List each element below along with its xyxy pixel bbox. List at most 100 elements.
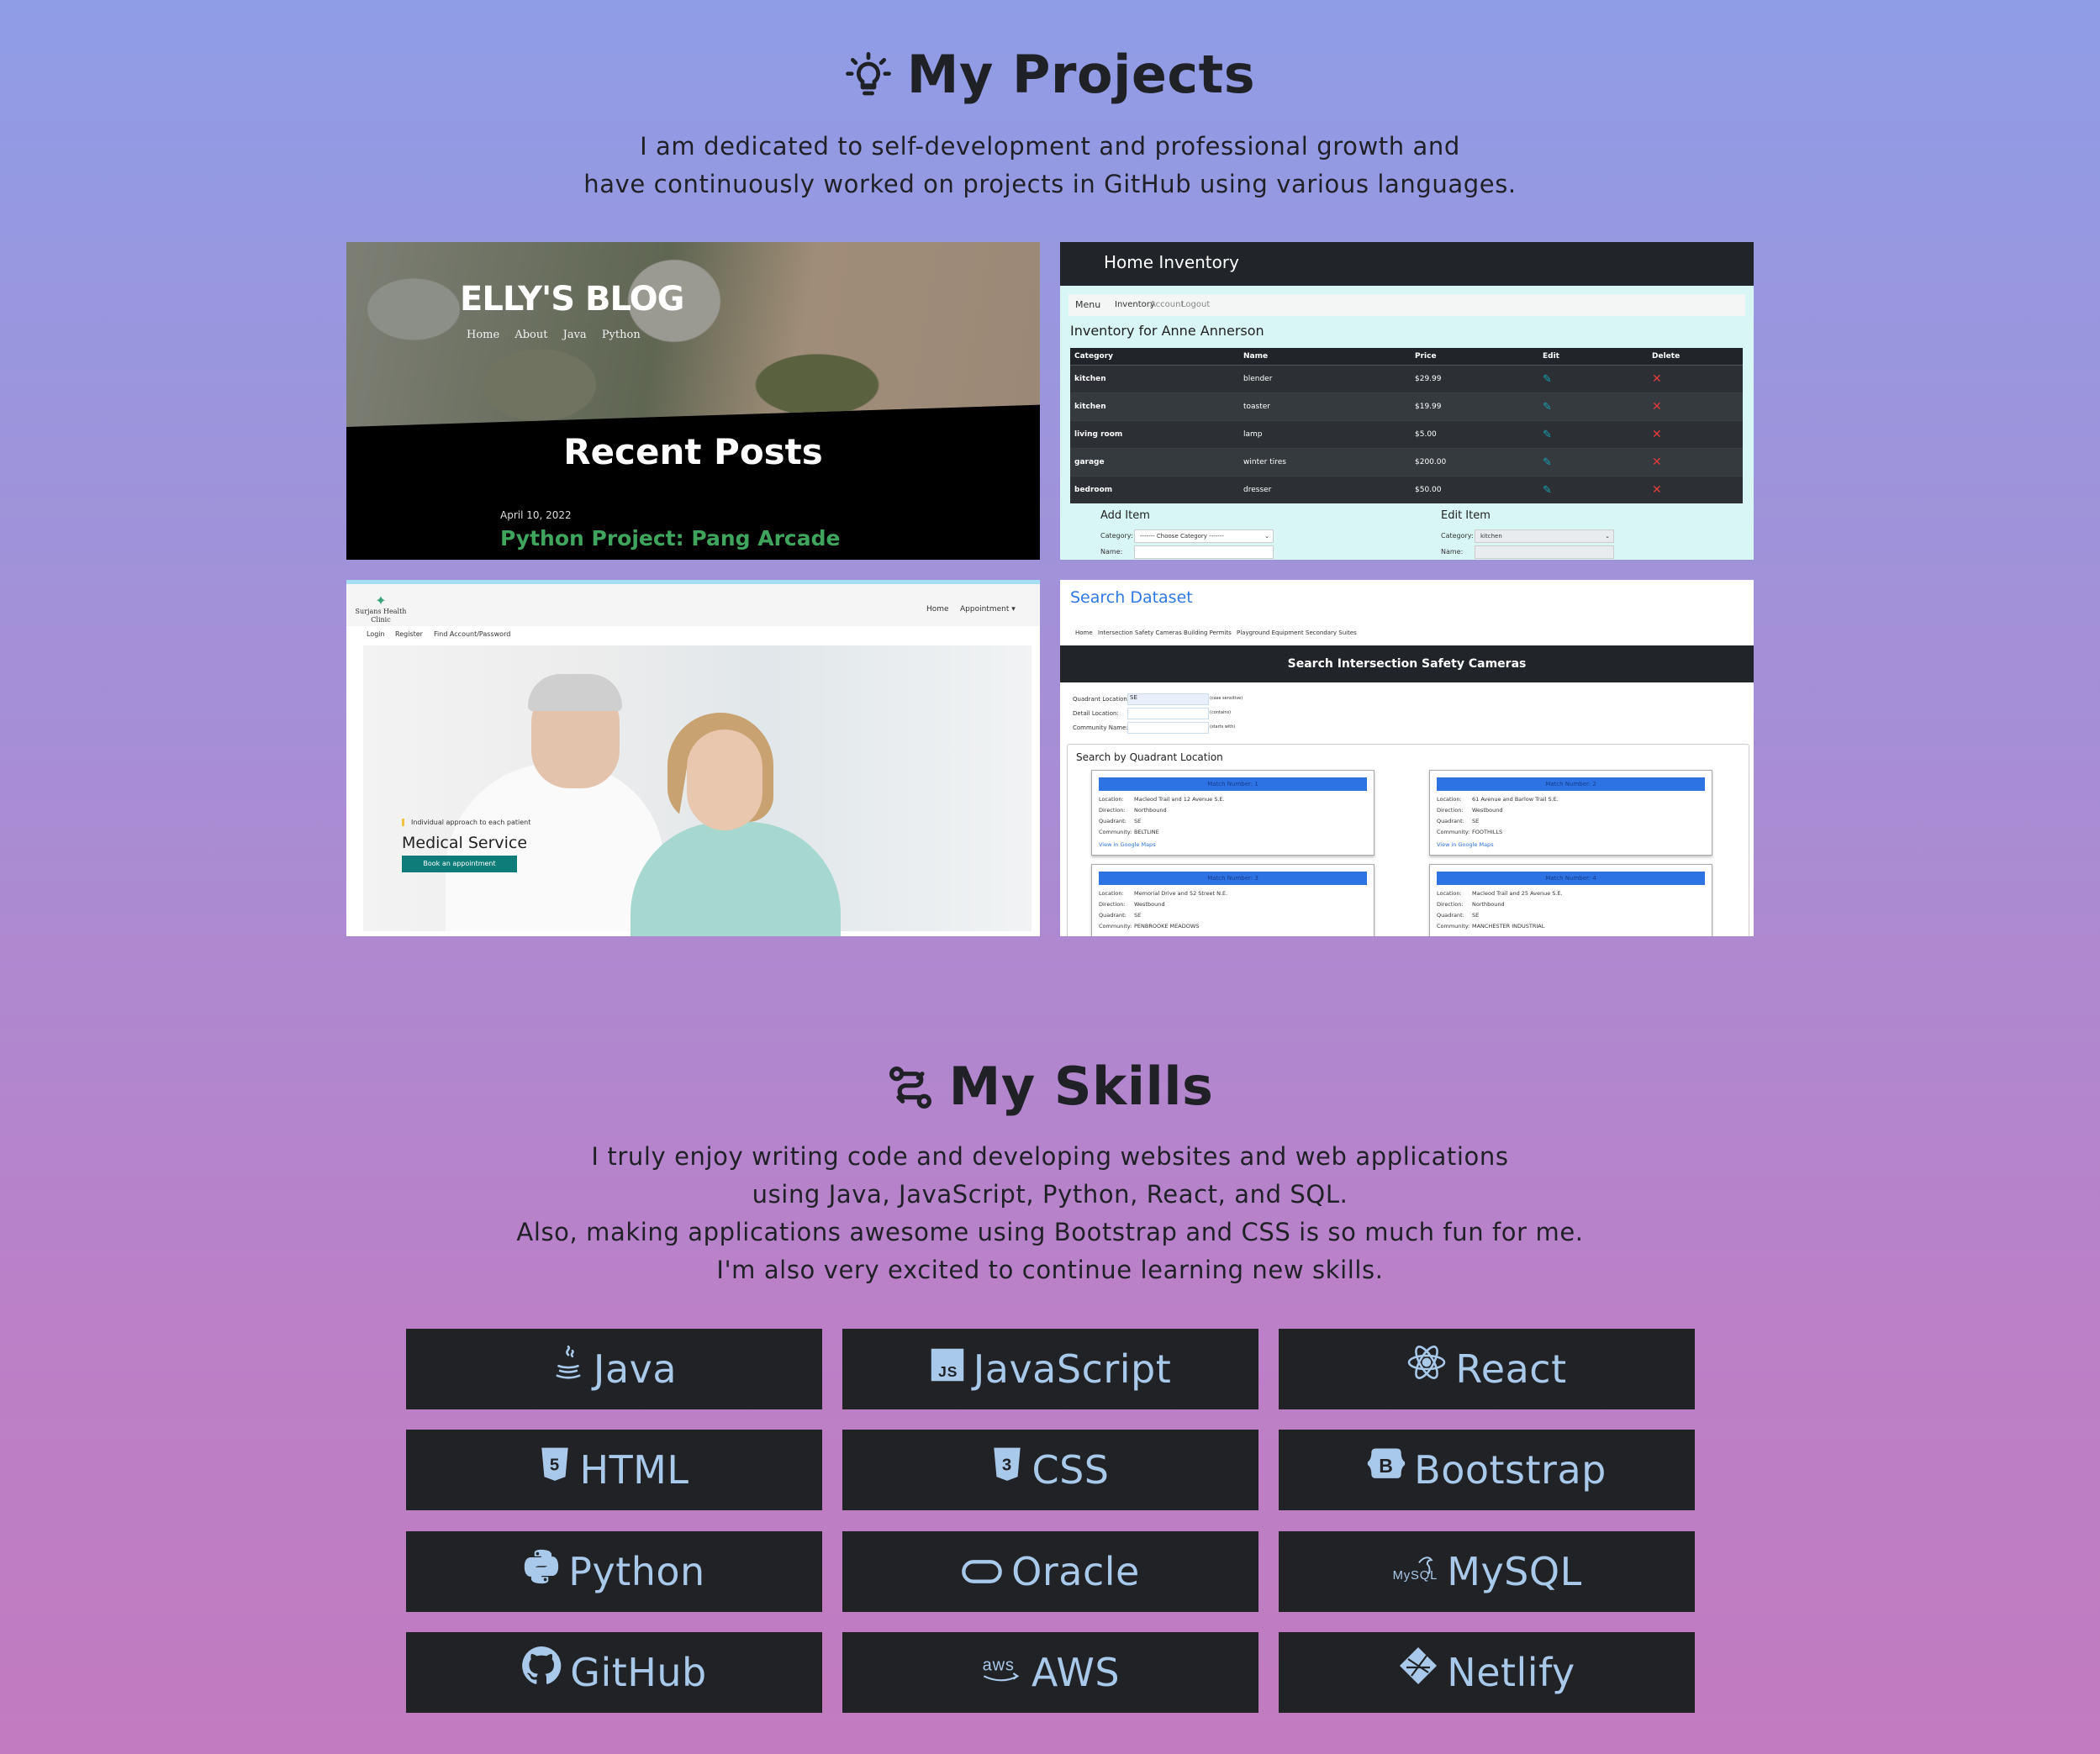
html5-icon: 5 [539, 1430, 571, 1510]
inventory-navbar: Home Inventory [1060, 242, 1754, 286]
project-card-clinic[interactable]: ✦ Surjans Health Clinic Home Appointment… [346, 580, 1040, 936]
projects-intro-line: have continuously worked on projects in … [583, 170, 1517, 198]
table-row: bedroom dresser $50.00 ✎ ✕ [1070, 476, 1743, 503]
edit-cell: ✎ [1538, 392, 1648, 421]
name-label: Name: [1100, 548, 1123, 556]
match-field-value: Memorial Drive and 52 Street N.E. [1134, 890, 1228, 897]
match-field-value: Westbound [1472, 807, 1503, 814]
edit-name-input[interactable] [1475, 545, 1614, 559]
match-field-label: Community: [1437, 923, 1470, 930]
patient-figure [631, 822, 841, 936]
bootstrap-icon: B [1367, 1430, 1406, 1510]
category-select[interactable]: ------- Choose Category ------- ⌄ [1134, 529, 1274, 543]
table-row: garage winter tires $200.00 ✎ ✕ [1070, 448, 1743, 477]
delete-cell: ✕ [1648, 392, 1743, 421]
dataset-title: Search Dataset [1070, 588, 1193, 607]
table-header: Category [1070, 348, 1239, 366]
css3-icon: 3 [991, 1430, 1023, 1510]
community-input[interactable] [1127, 722, 1209, 734]
projects-title-text: My Projects [906, 44, 1256, 105]
match-field-value: SE [1134, 912, 1142, 919]
match-field-value: Macleod Trail and 25 Avenue S.E. [1472, 890, 1563, 897]
match-field-value: SE [1134, 818, 1142, 824]
blog-title: ELLY'S BLOG [460, 280, 684, 319]
clinic-header: ✦ Surjans Health Clinic Home Appointment… [346, 584, 1040, 626]
skills-title-text: My Skills [948, 1056, 1214, 1117]
match-card: Match Number: 2 Location: 61 Avenue and Ba… [1429, 770, 1712, 856]
match-field-label: Quadrant: [1099, 818, 1127, 824]
blog-section-title: Recent Posts [563, 431, 823, 472]
match-card: Match Number: 3 Location: Memorial Drive a… [1091, 864, 1374, 936]
table-cell: garage [1070, 448, 1239, 477]
link-nodes-icon [887, 1062, 934, 1124]
clinic-login-link: Login [367, 630, 385, 638]
skills-intro-line: I truly enjoy writing code and developin… [591, 1142, 1509, 1171]
match-field-value: SE [1472, 912, 1480, 919]
doctor-hair [528, 674, 622, 711]
table-cell: winter tires [1239, 448, 1411, 477]
clinic-title: Medical Service [402, 834, 528, 852]
project-card-dataset[interactable]: Search Dataset Home Intersection Safety … [1060, 580, 1754, 936]
table-row: kitchen blender $29.99 ✎ ✕ [1070, 365, 1743, 393]
google-maps-link: View in Google Maps [1099, 841, 1156, 848]
edit-category-select[interactable]: kitchen ⌄ [1475, 529, 1614, 543]
inventory-menu-item: Logout [1181, 300, 1211, 309]
oracle-icon [961, 1531, 1003, 1612]
detail-input[interactable] [1127, 708, 1209, 719]
delete-cell: ✕ [1648, 420, 1743, 449]
name-input[interactable] [1134, 545, 1274, 559]
skill-java: Java [406, 1329, 822, 1409]
skill-html: 5 HTML [406, 1430, 822, 1510]
edit-item-heading: Edit Item [1441, 509, 1491, 522]
table-cell: $19.99 [1411, 392, 1538, 421]
lightbulb-icon [845, 50, 892, 112]
skill-label: CSS [1032, 1447, 1110, 1493]
match-field-value: Northbound [1134, 807, 1167, 814]
delete-icon: ✕ [1652, 400, 1662, 413]
clinic-logo-text: Surjans Health Clinic [355, 608, 407, 624]
community-hint: (starts with) [1210, 724, 1236, 730]
match-field-label: Community: [1437, 829, 1470, 835]
java-icon [551, 1329, 585, 1409]
table-header: Price [1411, 348, 1538, 366]
svg-text:aws: aws [983, 1656, 1015, 1674]
edit-cell: ✎ [1538, 476, 1648, 503]
skill-label: Python [568, 1549, 705, 1594]
match-field-value: MANCHESTER INDUSTRIAL [1472, 923, 1545, 930]
project-card-inventory[interactable]: Home Inventory Menu Inventory Account Lo… [1060, 242, 1754, 560]
category-select-value: ------- Choose Category ------- [1140, 533, 1224, 540]
quadrant-input-value: SE [1130, 694, 1137, 701]
delete-cell: ✕ [1648, 448, 1743, 477]
edit-icon: ✎ [1543, 456, 1552, 469]
patient-head [687, 730, 762, 830]
project-card-blog[interactable]: ELLY'S BLOG Home About Java Python Recen… [346, 242, 1040, 560]
dataset-nav-item: Building Permits [1184, 629, 1232, 636]
clinic-logo-icon: ✦ [375, 593, 387, 608]
results-panel-title: Search by Quadrant Location [1076, 751, 1223, 763]
match-header: Match Number: 2 [1437, 777, 1705, 791]
match-field-value: FOOTHILLS [1472, 829, 1503, 835]
skill-javascript: JS JavaScript [842, 1329, 1258, 1409]
blog-nav-item: About [514, 329, 548, 341]
table-cell: toaster [1239, 392, 1411, 421]
aws-icon: aws [981, 1632, 1023, 1713]
table-cell: dresser [1239, 476, 1411, 503]
match-field-label: Community: [1099, 829, 1132, 835]
match-header: Match Number: 3 [1099, 872, 1367, 885]
chevron-down-icon: ⌄ [1605, 533, 1610, 540]
book-appointment-button: Book an appointment [402, 856, 517, 872]
skills-intro: I truly enjoy writing code and developin… [0, 1138, 2100, 1289]
match-field-value: Northbound [1472, 901, 1505, 908]
match-field-label: Community: [1099, 923, 1132, 930]
quadrant-input[interactable]: SE [1127, 693, 1209, 705]
svg-text:5: 5 [550, 1456, 560, 1474]
skill-label: Java [593, 1346, 678, 1392]
skill-label: JavaScript [973, 1346, 1172, 1392]
match-field-value: PENBROOKE MEADOWS [1134, 923, 1200, 930]
clinic-hero-photo [363, 645, 1032, 936]
github-icon [521, 1632, 562, 1713]
table-cell: kitchen [1070, 365, 1239, 393]
community-label: Community Name: [1073, 724, 1128, 731]
table-row: kitchen toaster $19.99 ✎ ✕ [1070, 392, 1743, 421]
delete-icon: ✕ [1652, 372, 1662, 386]
